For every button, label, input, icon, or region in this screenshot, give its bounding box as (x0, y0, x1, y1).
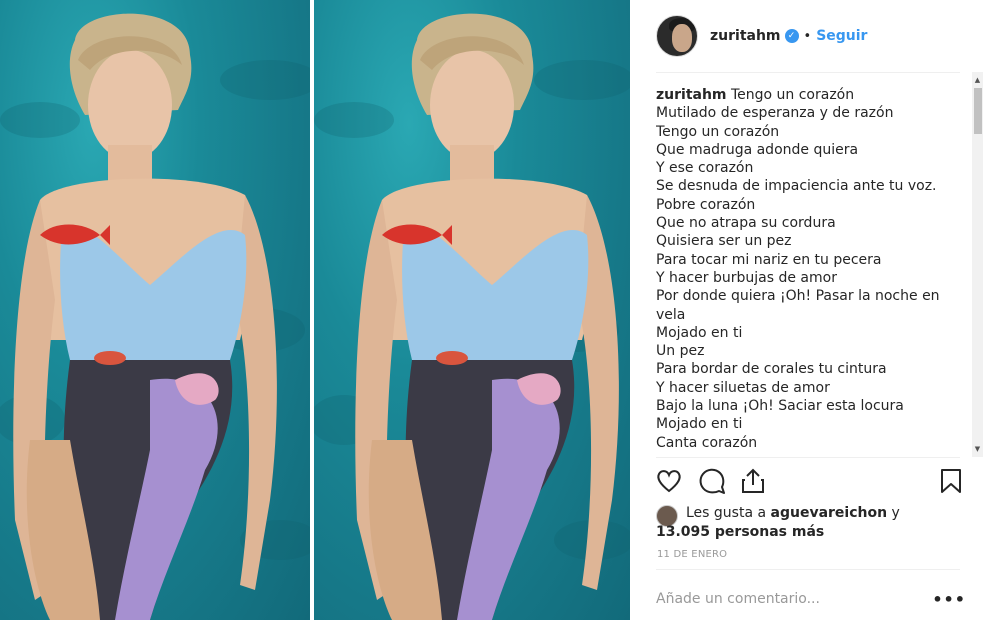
caption-scrollbar[interactable]: ▲ ▼ (972, 72, 983, 457)
body-paint-photo-left (0, 13, 310, 620)
separator-dot: • (803, 28, 812, 44)
avatar[interactable] (656, 15, 698, 57)
caption-line-10: Y hacer burbujas de amor (656, 269, 837, 286)
caption-line-0: zuritahm Tengo un corazón (656, 87, 855, 103)
caption-line-13: Un pez (656, 343, 705, 360)
heart-icon[interactable] (655, 467, 683, 495)
comment-icon[interactable] (698, 467, 726, 495)
follow-button[interactable]: Seguir (816, 28, 867, 44)
post-image-left[interactable] (0, 0, 310, 620)
caption-line-18: Canta corazón (656, 434, 758, 451)
bookmark-icon[interactable] (937, 467, 965, 495)
comment-divider (656, 569, 960, 570)
likes-prefix: Les gusta a (686, 505, 767, 521)
caption-line-2: Tengo un corazón (656, 123, 780, 140)
caption-line-3: Que madruga adonde quiera (656, 141, 859, 158)
action-bar (655, 465, 965, 497)
caption-line-5: Se desnuda de impaciencia ante tu voz. (656, 178, 937, 195)
caption-line-8: Quisiera ser un pez (656, 233, 792, 250)
post-date[interactable]: 11 DE ENERO (657, 549, 727, 560)
caption-line-11: Por donde quiera ¡Oh! Pasar la noche en … (656, 288, 940, 323)
likes-conjunction: y (891, 505, 900, 521)
post-image-area[interactable] (0, 0, 630, 620)
scroll-down-arrow-icon[interactable]: ▼ (972, 443, 983, 455)
share-icon[interactable] (739, 467, 767, 495)
header-divider (656, 72, 960, 73)
post-header: zuritahm ✓ • Seguir (630, 0, 983, 72)
likes-count[interactable]: 13.095 personas más (656, 523, 824, 542)
caption-line-14: Para bordar de corales tu cintura (656, 361, 887, 378)
caption-line-9: Para tocar mi nariz en tu pecera (656, 251, 882, 268)
comment-input[interactable]: Añade un comentario... (656, 591, 932, 607)
caption-line-12: Mojado en ti (656, 324, 743, 341)
post-image-right[interactable] (314, 0, 630, 620)
actions-divider (656, 457, 960, 458)
caption-line-7: Que no atrapa su cordura (656, 215, 836, 232)
post-username[interactable]: zuritahm (710, 28, 781, 44)
caption-line-1: Mutilado de esperanza y de razón (656, 105, 894, 122)
caption: zuritahm Tengo un corazón Mutilado de es… (656, 86, 968, 456)
scrollbar-thumb[interactable] (974, 88, 982, 134)
caption-line-15: Y hacer siluetas de amor (656, 379, 830, 396)
body-paint-photo-right (314, 13, 630, 620)
caption-line-4: Y ese corazón (656, 160, 754, 177)
more-options-icon[interactable]: ••• (932, 590, 966, 609)
caption-line-17: Mojado en ti (656, 416, 743, 433)
scroll-up-arrow-icon[interactable]: ▲ (972, 74, 983, 86)
comment-box: Añade un comentario... ••• (656, 584, 966, 614)
avatar-face (672, 24, 692, 52)
caption-line-16: Bajo la luna ¡Oh! Saciar esta locura (656, 398, 904, 415)
verified-badge-icon: ✓ (784, 29, 799, 43)
likes-line-1: Les gusta a aguevareichon y (686, 504, 900, 523)
caption-line-6: Pobre corazón (656, 196, 756, 213)
liker-username[interactable]: aguevareichon (771, 505, 888, 521)
caption-username[interactable]: zuritahm (656, 87, 727, 103)
